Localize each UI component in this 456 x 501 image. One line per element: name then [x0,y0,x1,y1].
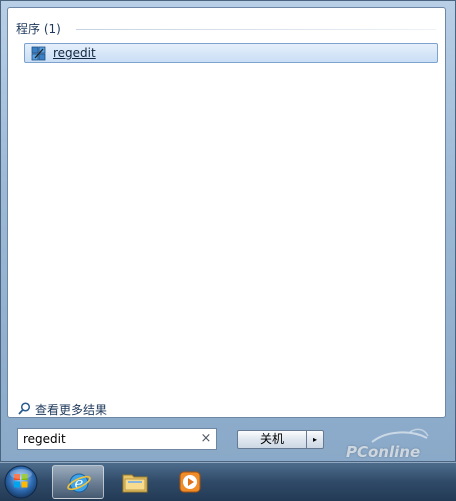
taskbar: e [0,462,456,501]
taskbar-windows-explorer[interactable] [108,465,160,499]
group-divider [76,29,436,30]
shutdown-button[interactable]: 关机 [237,430,307,449]
search-icon [18,402,31,415]
taskbar-media-player[interactable] [164,465,216,499]
start-button[interactable] [2,464,40,499]
windows-explorer-icon [122,474,148,493]
search-input[interactable] [17,428,217,450]
result-item-regedit[interactable]: regedit [24,43,438,63]
clear-search-icon[interactable]: × [199,431,213,447]
group-header-label: 程序 (1) [16,22,61,36]
start-menu: 程序 (1) regedit 查看更多结果 × 关机 ▸ [0,0,456,462]
result-item-label: regedit [53,46,96,60]
regedit-icon [31,46,46,61]
taskbar-internet-explorer[interactable]: e [52,465,104,499]
search-results-panel: 程序 (1) regedit 查看更多结果 [7,7,446,418]
media-player-icon [179,471,201,493]
internet-explorer-icon: e [67,473,91,493]
results-group-header: 程序 (1) [16,20,436,38]
shutdown-options-button[interactable]: ▸ [306,430,324,449]
see-more-label: 查看更多结果 [35,403,108,417]
